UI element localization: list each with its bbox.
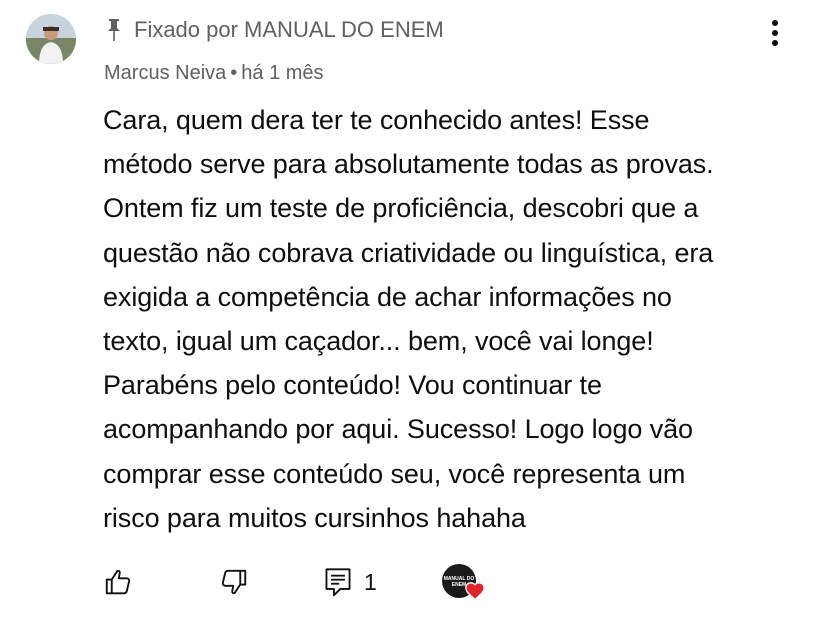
- comment-text-line: comprar esse conteúdo seu, você represen…: [103, 458, 686, 489]
- thumb-up-icon: [105, 569, 131, 595]
- like-button[interactable]: [100, 564, 136, 600]
- comment-time[interactable]: há 1 mês: [241, 62, 323, 84]
- author-name[interactable]: Marcus Neiva: [104, 62, 226, 84]
- comment-text-line: exigida a competência de achar informaçõ…: [103, 281, 672, 312]
- pinned-indicator: Fixado por MANUAL DO ENEM: [104, 14, 444, 46]
- dislike-button[interactable]: [216, 564, 252, 600]
- creator-heart-badge: MANUAL DO ENEM: [442, 564, 488, 604]
- pin-icon: [104, 17, 124, 43]
- reply-count: 1: [364, 568, 377, 595]
- comment-thread: Fixado por MANUAL DO ENEM Marcus Neiva • h…: [0, 0, 828, 633]
- comment-meta: Marcus Neiva • há 1 mês: [104, 62, 324, 85]
- comment-actions: 1 MANUAL DO ENEM: [0, 560, 828, 604]
- author-avatar[interactable]: [26, 14, 76, 64]
- pinned-label: Fixado por MANUAL DO ENEM: [134, 17, 444, 42]
- thumb-down-icon: [221, 569, 247, 595]
- more-actions-button[interactable]: [758, 14, 792, 52]
- comment-text-line: Ontem fiz um teste de proficiência, desc…: [103, 193, 699, 224]
- comment-text-line: acompanhando por aqui. Sucesso! Logo log…: [103, 414, 693, 445]
- comment-text-line: questão não cobrava criatividade ou ling…: [103, 237, 714, 268]
- comment-text-line: Parabéns pelo conteúdo! Vou continuar te: [103, 370, 602, 401]
- meta-separator: •: [230, 62, 238, 84]
- comment-text-line: texto, igual um caçador... bem, você vai…: [103, 326, 654, 357]
- comment-text-line: método serve para absolutamente todas as…: [103, 149, 714, 180]
- comment-text-line: Cara, quem dera ter te conhecido antes! …: [103, 105, 650, 135]
- comment-replies-icon: [325, 568, 351, 597]
- heart-icon: [465, 582, 485, 601]
- comment-text: Cara, quem dera ter te conhecido antes! …: [103, 98, 813, 540]
- comment-text-line: risco para muitos cursinhos hahaha: [103, 502, 526, 533]
- more-vert-icon: [772, 20, 778, 46]
- replies-button[interactable]: 1: [324, 564, 377, 600]
